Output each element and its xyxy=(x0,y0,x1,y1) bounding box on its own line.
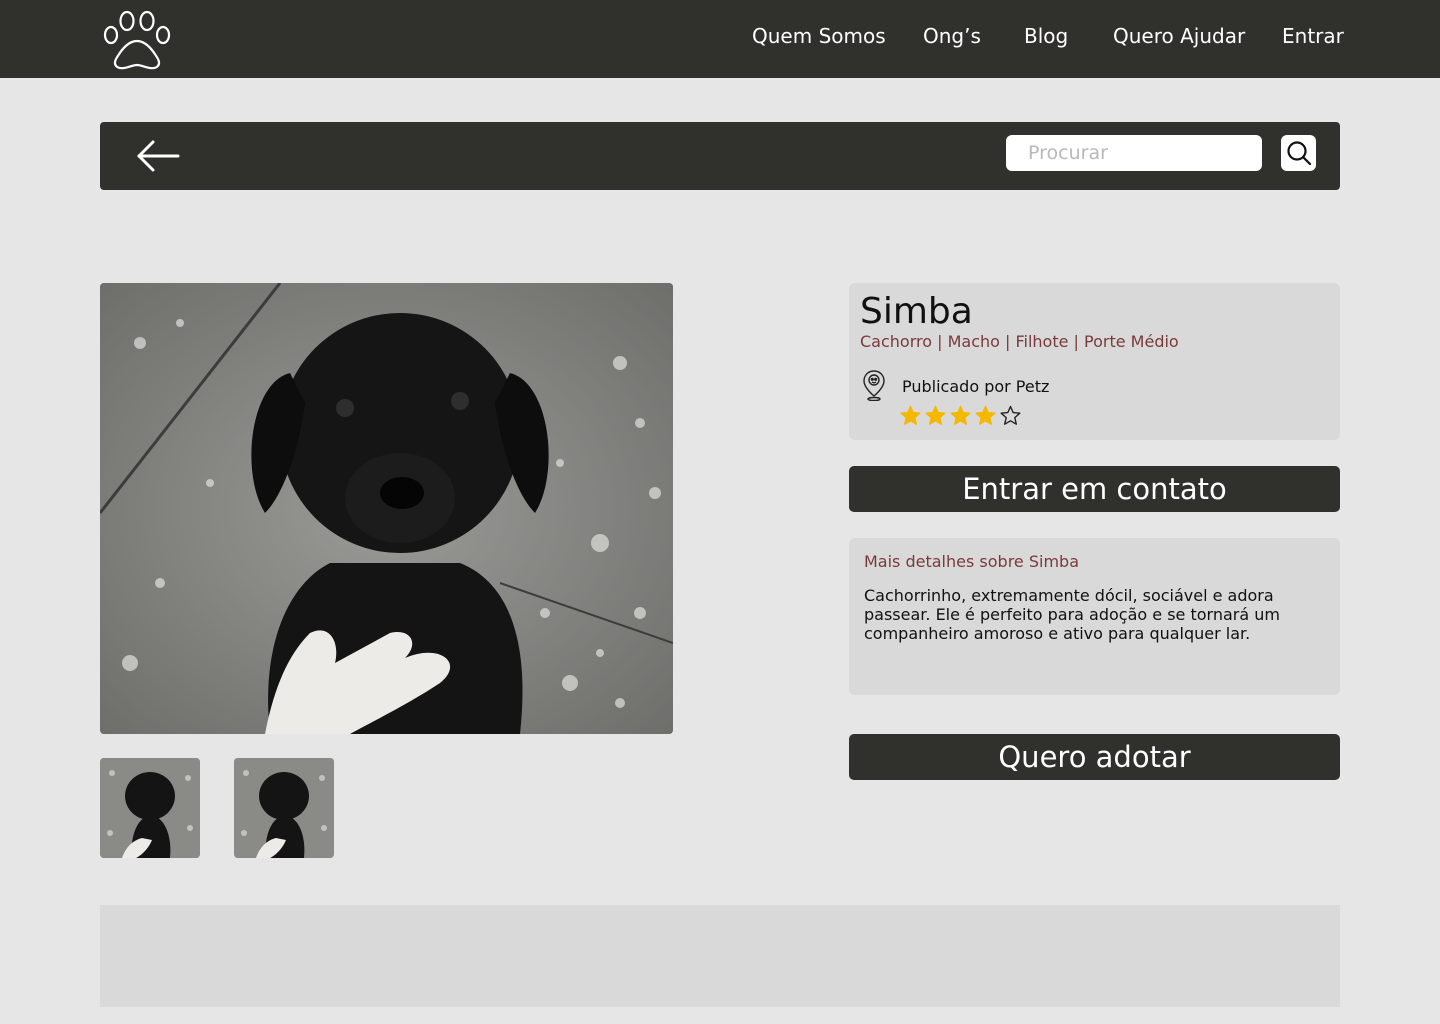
search-icon xyxy=(1286,141,1311,166)
contact-button[interactable]: Entrar em contato xyxy=(849,466,1340,512)
location-pin-icon xyxy=(863,370,885,401)
search-toolbar xyxy=(100,122,1340,190)
published-by: Publicado por Petz xyxy=(902,377,1050,396)
photo-thumbnail[interactable] xyxy=(234,758,334,858)
top-navbar: Quem Somos Ong’s Blog Quero Ajudar Entra… xyxy=(0,0,1440,78)
nav-link-blog[interactable]: Blog xyxy=(1024,24,1068,48)
footer-placeholder xyxy=(100,905,1340,1007)
paw-icon[interactable] xyxy=(102,8,172,70)
nav-link-entrar[interactable]: Entrar xyxy=(1282,24,1344,48)
pet-name: Simba xyxy=(860,291,973,332)
star-filled-icon xyxy=(900,405,921,425)
nav-link-quem-somos[interactable]: Quem Somos xyxy=(752,24,886,48)
details-title: Mais detalhes sobre Simba xyxy=(864,552,1079,571)
search-input[interactable] xyxy=(1006,135,1262,171)
pet-info-card: Simba Cachorro | Macho | Filhote | Porte… xyxy=(849,283,1340,440)
nav-link-quero-ajudar[interactable]: Quero Ajudar xyxy=(1113,24,1245,48)
details-card: Mais detalhes sobre Simba Cachorrinho, e… xyxy=(849,538,1340,695)
adopt-button[interactable]: Quero adotar xyxy=(849,734,1340,780)
star-filled-icon xyxy=(925,405,946,425)
rating-stars xyxy=(900,405,1021,426)
star-filled-icon xyxy=(975,405,996,425)
pet-tags: Cachorro | Macho | Filhote | Porte Médio xyxy=(860,332,1179,351)
star-empty-icon xyxy=(1000,405,1021,425)
details-text: Cachorrinho, extremamente dócil, sociáve… xyxy=(864,586,1280,643)
star-filled-icon xyxy=(950,405,971,425)
search-button[interactable] xyxy=(1281,135,1316,171)
black-puppy-photo[interactable] xyxy=(100,283,673,734)
arrow-left-icon[interactable] xyxy=(136,139,180,173)
photo-thumbnail[interactable] xyxy=(100,758,200,858)
nav-link-ongs[interactable]: Ong’s xyxy=(923,24,981,48)
